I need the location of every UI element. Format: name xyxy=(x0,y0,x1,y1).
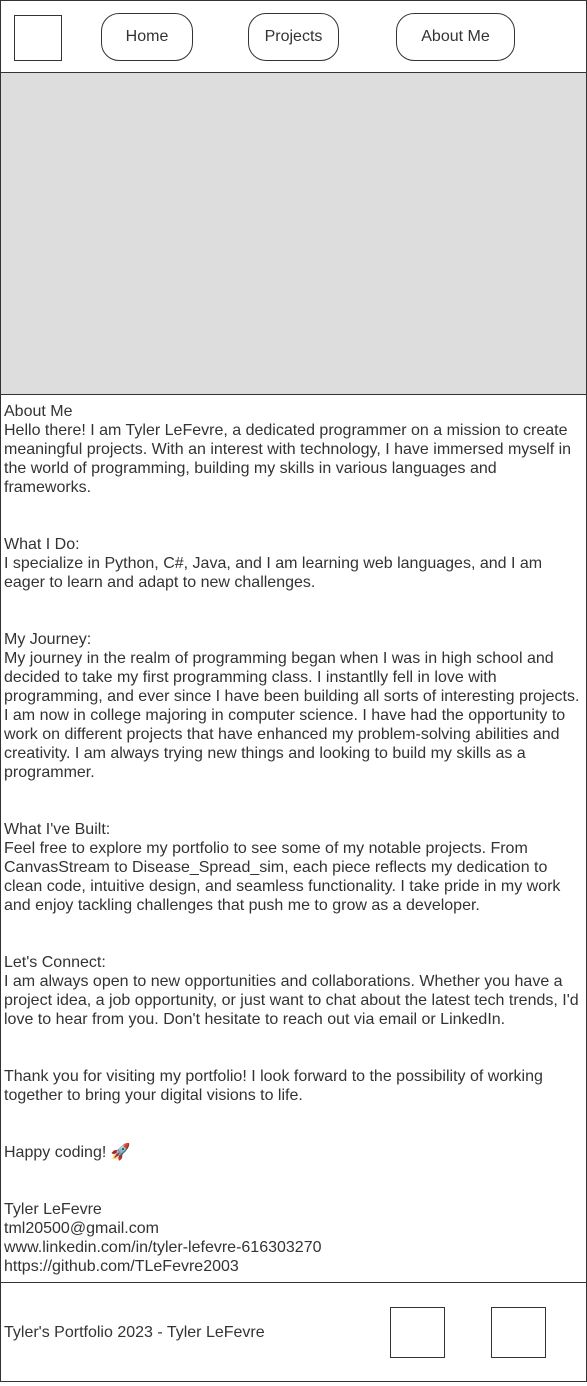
about-intro-section: About Me Hello there! I am Tyler LeFevre… xyxy=(4,402,582,497)
nav-projects-button[interactable]: Projects xyxy=(248,13,339,61)
what-i-do-heading: What I Do: xyxy=(4,536,80,553)
logo-image-placeholder[interactable] xyxy=(14,15,62,61)
contact-email-link[interactable]: tml20500@gmail.com xyxy=(4,1219,582,1238)
happy-coding-section: Happy coding! 🚀 xyxy=(4,1143,582,1162)
contact-name: Tyler LeFevre xyxy=(4,1201,102,1218)
thanks-text: Thank you for visiting my portfolio! I l… xyxy=(4,1068,543,1104)
about-intro-text: Hello there! I am Tyler LeFevre, a dedic… xyxy=(4,422,572,496)
contact-github-link[interactable]: https://github.com/TLeFevre2003 xyxy=(4,1257,582,1276)
footer-social-link-1[interactable] xyxy=(390,1307,445,1358)
nav-home-button[interactable]: Home xyxy=(101,13,193,61)
journey-heading: My Journey: xyxy=(4,631,92,648)
page-footer: Tyler's Portfolio 2023 - Tyler LeFevre xyxy=(1,1282,586,1381)
connect-section: Let's Connect: I am always open to new o… xyxy=(4,953,582,1029)
footer-copyright: Tyler's Portfolio 2023 - Tyler LeFevre xyxy=(4,1324,265,1341)
contact-linkedin-link[interactable]: www.linkedin.com/in/tyler-lefevre-616303… xyxy=(4,1238,582,1257)
built-text: Feel free to explore my portfolio to see… xyxy=(4,840,561,914)
connect-text: I am always open to new opportunities an… xyxy=(4,973,579,1028)
nav-about-button[interactable]: About Me xyxy=(396,13,515,61)
what-i-do-text: I specialize in Python, C#, Java, and I … xyxy=(4,555,543,591)
hero-image-placeholder xyxy=(1,73,586,395)
footer-social-link-2[interactable] xyxy=(491,1307,546,1358)
built-heading: What I've Built: xyxy=(4,821,111,838)
journey-section: My Journey: My journey in the realm of p… xyxy=(4,630,582,782)
top-navigation: Home Projects About Me xyxy=(1,1,586,73)
about-heading: About Me xyxy=(4,403,73,420)
built-section: What I've Built: Feel free to explore my… xyxy=(4,820,582,915)
contact-info: Tyler LeFevre tml20500@gmail.com www.lin… xyxy=(4,1200,582,1276)
thanks-section: Thank you for visiting my portfolio! I l… xyxy=(4,1067,582,1105)
connect-heading: Let's Connect: xyxy=(4,954,106,971)
page-frame: Home Projects About Me About Me Hello th… xyxy=(0,0,587,1382)
about-content: About Me Hello there! I am Tyler LeFevre… xyxy=(4,402,582,1276)
what-i-do-section: What I Do: I specialize in Python, C#, J… xyxy=(4,535,582,592)
journey-text: My journey in the realm of programming b… xyxy=(4,650,580,781)
happy-coding-text: Happy coding! 🚀 xyxy=(4,1144,131,1161)
